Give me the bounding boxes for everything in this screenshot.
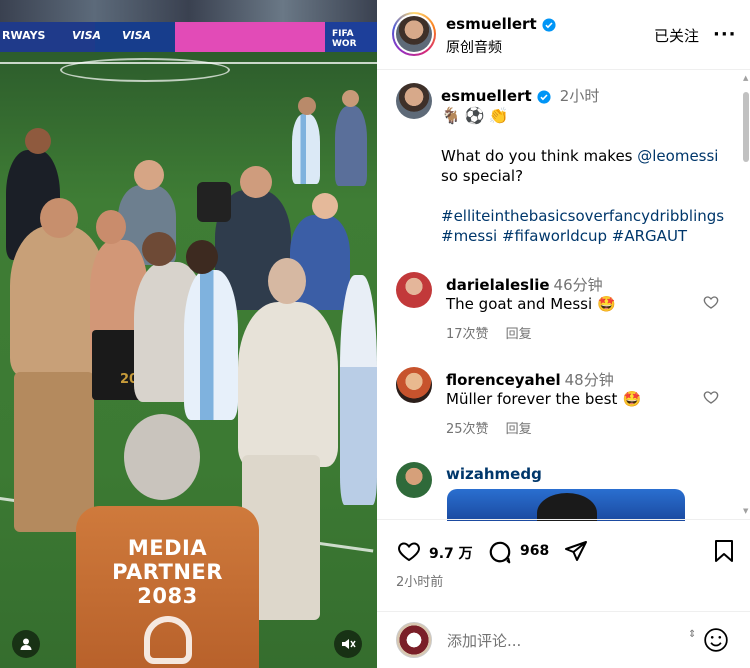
like-heart-icon[interactable] (396, 539, 422, 563)
fifa-trophy-logo (144, 616, 192, 664)
following-button[interactable]: 已关注 (654, 25, 699, 46)
share-paper-plane-icon[interactable] (563, 539, 589, 563)
official-figure (238, 302, 338, 467)
muted-speaker-icon[interactable] (334, 630, 362, 658)
caption-time: 2小时 (559, 87, 600, 105)
caption-emojis: 🐐 ⚽ 👏 (441, 106, 509, 125)
caption-line-2: so special? (441, 167, 524, 185)
resize-handle-icon[interactable]: ⇕ (688, 630, 696, 640)
star-struck-emoji-icon: 🤩 (597, 295, 616, 313)
camera-operator-head (240, 166, 272, 198)
commenter-avatar[interactable] (396, 272, 432, 308)
board-text: VISA (72, 29, 102, 42)
player-figure (292, 114, 320, 184)
scroll-up-arrow-icon[interactable]: ▲ (743, 75, 749, 82)
author-avatar[interactable] (396, 16, 432, 52)
comment-like-heart-icon[interactable] (703, 294, 719, 310)
comment-time: 46分钟 (553, 276, 603, 294)
comment-bar: ⇕ (377, 611, 750, 668)
security-head (25, 128, 51, 154)
vest-text-line3: 2083 (137, 584, 198, 608)
star-struck-emoji-icon: 🤩 (622, 390, 642, 408)
header-author: esmuellert (446, 14, 556, 33)
emoji-smiley-icon[interactable] (703, 627, 729, 653)
player-head (298, 97, 316, 115)
verified-badge-icon (537, 89, 551, 104)
save-bookmark-icon[interactable] (714, 539, 734, 563)
comment-username[interactable]: florenceyahel (446, 371, 561, 389)
comment-username[interactable]: darielaleslie (446, 276, 550, 294)
comments-scroll-area[interactable]: esmuellert 2小时 🐐 ⚽ 👏 What do you think m… (377, 71, 750, 519)
tv-camera (197, 182, 231, 222)
player-head (186, 240, 218, 274)
mention-link[interactable]: @leomessi (637, 147, 718, 165)
player-figure (184, 270, 238, 420)
scroll-down-arrow-icon[interactable]: ▼ (743, 508, 749, 515)
official-head (268, 258, 306, 304)
caption-username[interactable]: esmuellert (441, 87, 532, 105)
more-options-icon[interactable]: ··· (713, 24, 737, 45)
photographer-head (134, 160, 164, 190)
comment-like-heart-icon[interactable] (703, 389, 719, 405)
comment-likes[interactable]: 25次赞 (446, 422, 489, 437)
comment-username[interactable]: wizahmedg (446, 465, 542, 483)
comment-text: The goat and Messi (446, 295, 593, 313)
post-panel: esmuellert 原创音频 已关注 ··· esmuellert 2小时 🐐… (377, 0, 750, 668)
comment-reply-button[interactable]: 回复 (506, 422, 532, 437)
board-text: VISA (122, 29, 152, 42)
caption-line-1: What do you think makes @leomessi (441, 147, 719, 165)
hashtags-line[interactable]: #messi #fifaworldcup #ARGAUT (441, 227, 687, 245)
post-actions-bar: 9.7 万 968 (377, 519, 750, 611)
comment-likes[interactable]: 17次赞 (446, 327, 489, 342)
audio-label[interactable]: 原创音频 (446, 37, 502, 57)
photographer-head (312, 193, 338, 219)
player-head (96, 210, 126, 244)
media-person-head (124, 414, 200, 500)
comment-text: Müller forever the best (446, 390, 618, 408)
clapping-emoji-icon: 👏 (488, 106, 509, 125)
comment-time: 48分钟 (564, 371, 614, 389)
media-partner-vest: MEDIA PARTNER 2083 (76, 506, 259, 668)
staff-head (342, 90, 359, 107)
vest-text-line1: MEDIA (127, 536, 208, 560)
staff-head (40, 198, 78, 238)
comments-count[interactable]: 968 (520, 543, 549, 559)
scrollbar-thumb[interactable] (743, 92, 749, 162)
comment-input[interactable] (447, 629, 667, 653)
vest-text-line2: PARTNER (112, 560, 223, 584)
staff-trousers (14, 372, 94, 532)
caption-avatar[interactable] (396, 83, 432, 119)
verified-badge-icon (542, 17, 556, 32)
center-circle (60, 58, 230, 82)
comment-bubble-icon[interactable] (487, 539, 513, 565)
comment-image-preview[interactable] (447, 489, 685, 521)
post-header: esmuellert 原创音频 已关注 ··· (377, 0, 750, 70)
goat-emoji-icon: 🐐 (441, 106, 461, 125)
board-text: FIFA WOR (332, 29, 357, 49)
likes-count[interactable]: 9.7 万 (429, 543, 473, 563)
player-head (142, 232, 176, 266)
commenter-avatar[interactable] (396, 462, 432, 498)
advertising-boards (0, 22, 377, 52)
stadium-stands (0, 0, 377, 24)
commenter-avatar[interactable] (396, 367, 432, 403)
current-user-avatar[interactable] (396, 622, 432, 658)
board-text: RWAYS (2, 29, 46, 42)
staff-figure (335, 106, 367, 186)
post-time-ago: 2小时前 (396, 575, 444, 590)
soccer-ball-emoji-icon: ⚽ (464, 106, 485, 125)
staff-figure (340, 275, 377, 505)
hashtag-link[interactable]: #elliteinthebasicsoverfancydribblings (441, 207, 724, 225)
caption-header: esmuellert 2小时 (441, 85, 599, 106)
post-media[interactable]: RWAYS VISA VISA FIFA WOR 20 MEDIA PARTNE… (0, 0, 377, 668)
person-tag-icon[interactable] (12, 630, 40, 658)
comment-reply-button[interactable]: 回复 (506, 327, 532, 342)
author-username[interactable]: esmuellert (446, 15, 537, 33)
